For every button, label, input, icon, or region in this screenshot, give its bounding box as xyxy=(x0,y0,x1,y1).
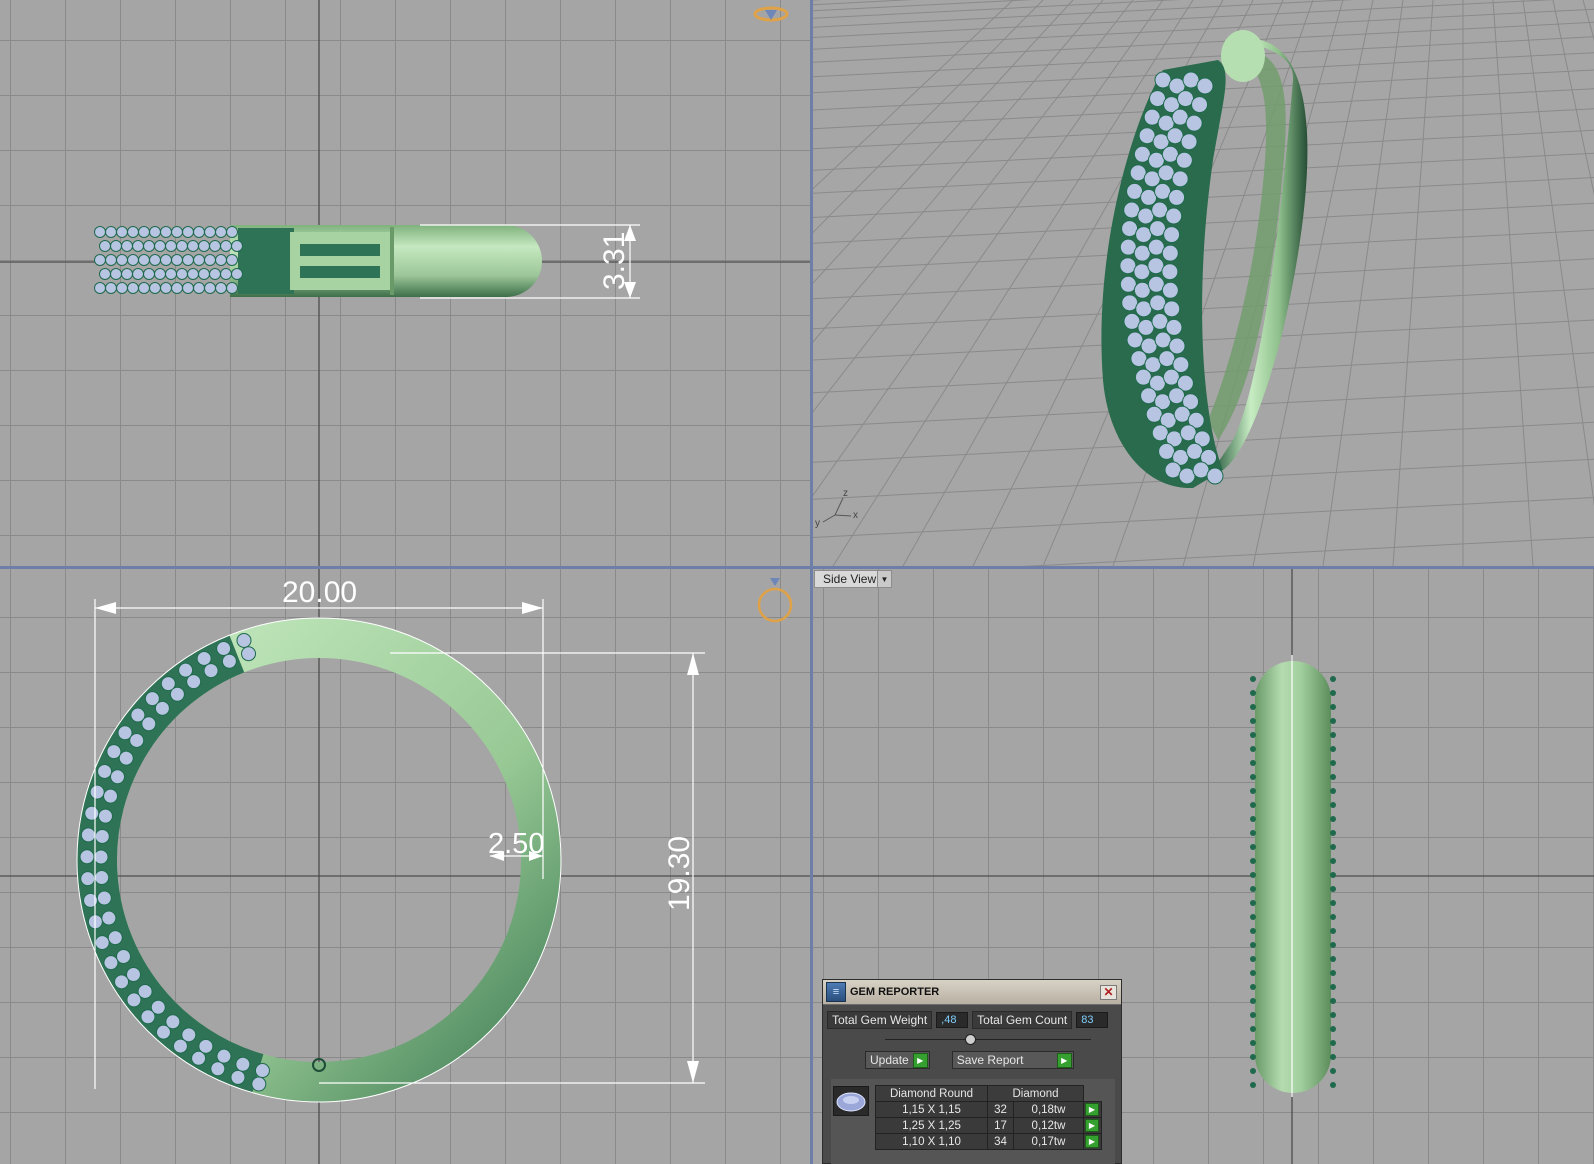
table-row[interactable]: 1,25 X 1,25 17 0,12tw ▶ xyxy=(875,1117,1102,1134)
gem-weight-cell: 0,17tw xyxy=(1013,1133,1084,1150)
gem-reporter-slider[interactable] xyxy=(885,1033,1091,1047)
viewport-perspective[interactable]: z x y xyxy=(813,0,1594,566)
gem-reporter-titlebar[interactable]: ≡ GEM REPORTER ✕ xyxy=(823,980,1121,1005)
height-label: 19.30 xyxy=(663,836,696,911)
table-row[interactable]: 1,10 X 1,10 34 0,17tw ▶ xyxy=(875,1133,1102,1150)
column-header-material: Diamond xyxy=(987,1085,1084,1102)
gem-size-cell: 1,15 X 1,15 xyxy=(875,1101,988,1118)
gem-gizmo-icon[interactable] xyxy=(753,6,789,22)
slider-track xyxy=(885,1039,1091,1040)
save-report-button[interactable]: Save Report ▶ xyxy=(951,1051,1074,1069)
gem-weight-cell: 0,12tw xyxy=(1013,1117,1084,1134)
gem-count-cell: 32 xyxy=(987,1101,1014,1118)
gem-reporter-panel: ≡ GEM REPORTER ✕ Total Gem Weight ,48 To… xyxy=(822,979,1122,1164)
gem-size-cell: 1,25 X 1,25 xyxy=(875,1117,988,1134)
gem-reporter-app-icon: ≡ xyxy=(826,982,846,1002)
round-diamond-icon[interactable] xyxy=(833,1086,869,1116)
update-button-label: Update xyxy=(870,1053,909,1067)
update-button[interactable]: Update ▶ xyxy=(865,1051,930,1069)
ring-perspective-model[interactable] xyxy=(1101,30,1308,489)
band-width-label: 2.50 xyxy=(488,828,544,860)
viewport-front[interactable]: 20.00 19.30 2.50 xyxy=(0,569,810,1164)
total-gem-weight-label: Total Gem Weight xyxy=(827,1011,933,1029)
top-view-canvas: 3.31 xyxy=(0,0,810,566)
width-label: 20.00 xyxy=(282,576,357,609)
total-gem-count-label: Total Gem Count xyxy=(972,1011,1073,1029)
viewport-divider-vertical[interactable] xyxy=(810,0,813,1164)
axis-x-label: x xyxy=(853,510,858,521)
total-gem-count-value: 83 xyxy=(1076,1012,1109,1028)
select-row-icon[interactable]: ▶ xyxy=(1085,1135,1099,1148)
gem-reporter-title: GEM REPORTER xyxy=(850,986,940,998)
close-icon[interactable]: ✕ xyxy=(1100,984,1117,1000)
axis-z-label: z xyxy=(843,488,848,499)
select-row-icon[interactable]: ▶ xyxy=(1085,1103,1099,1116)
perspective-canvas: z x y xyxy=(813,0,1594,566)
viewport-top[interactable]: 3.31 xyxy=(0,0,810,566)
select-row-icon[interactable]: ▶ xyxy=(1085,1119,1099,1132)
view-selector-dropdown[interactable]: Side View ▼ xyxy=(814,570,892,588)
axis-tripod: z x y xyxy=(815,488,858,529)
viewport-divider-horizontal[interactable] xyxy=(0,566,1594,569)
play-icon: ▶ xyxy=(912,1052,928,1068)
axis-y-label: y xyxy=(815,518,820,529)
view-selector-label: Side View xyxy=(823,572,877,586)
gem-size-cell: 1,10 X 1,10 xyxy=(875,1133,988,1150)
gem-weight-cell: 0,18tw xyxy=(1013,1101,1084,1118)
gem-count-cell: 34 xyxy=(987,1133,1014,1150)
gem-table-area: Diamond Round Diamond 1,15 X 1,15 32 0,1… xyxy=(831,1079,1115,1164)
front-view-canvas: 20.00 19.30 2.50 xyxy=(0,569,810,1164)
slider-knob[interactable] xyxy=(965,1034,976,1045)
chevron-down-icon: ▼ xyxy=(877,571,891,587)
thickness-label: 3.31 xyxy=(598,232,631,290)
play-icon: ▶ xyxy=(1056,1052,1072,1068)
total-gem-weight-value: ,48 xyxy=(936,1012,969,1028)
column-header-shape: Diamond Round xyxy=(875,1085,988,1102)
ring-side-model[interactable] xyxy=(1250,655,1336,1097)
ring-top-profile[interactable] xyxy=(94,225,543,297)
ring-gizmo-icon[interactable] xyxy=(757,578,793,623)
save-report-button-label: Save Report xyxy=(956,1053,1024,1067)
gem-count-cell: 17 xyxy=(987,1117,1014,1134)
gem-table: Diamond Round Diamond 1,15 X 1,15 32 0,1… xyxy=(875,1085,1102,1150)
table-row[interactable]: 1,15 X 1,15 32 0,18tw ▶ xyxy=(875,1101,1102,1118)
